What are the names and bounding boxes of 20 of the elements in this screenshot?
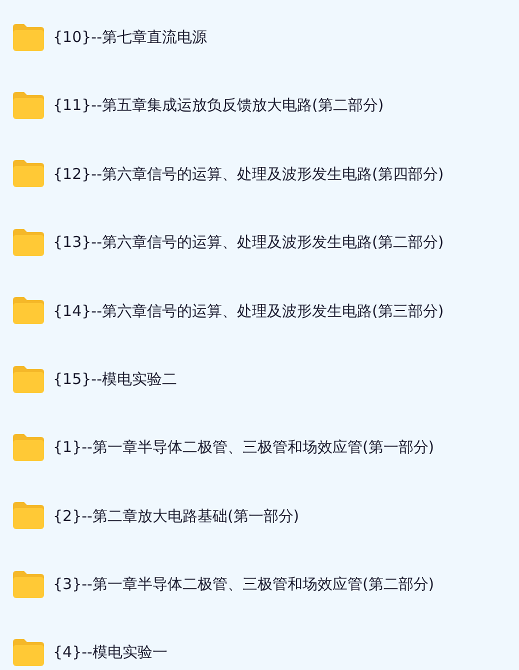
- folder-icon: [12, 91, 45, 120]
- folder-name[interactable]: {13}--第六章信号的运算、处理及波形发生电路(第二部分): [53, 231, 444, 254]
- folder-name[interactable]: {3}--第一章半导体二极管、三极管和场效应管(第二部分): [53, 573, 434, 596]
- folder-name[interactable]: {11}--第五章集成运放负反馈放大电路(第二部分): [53, 94, 384, 117]
- folder-name[interactable]: {1}--第一章半导体二极管、三极管和场效应管(第一部分): [53, 436, 434, 459]
- folder-icon: [12, 433, 45, 462]
- folder-icon: [12, 638, 45, 668]
- folder-icon: [12, 228, 45, 257]
- folder-name[interactable]: {12}--第六章信号的运算、处理及波形发生电路(第四部分): [53, 162, 444, 186]
- folder-icon: [12, 159, 45, 188]
- folder-name[interactable]: {10}--第七章直流电源: [53, 26, 207, 48]
- folder-icon: [12, 296, 45, 326]
- folder-icon: [12, 364, 45, 394]
- folder-icon: [12, 501, 45, 530]
- folder-name[interactable]: {15}--模电实验二: [53, 368, 177, 390]
- folder-name[interactable]: {2}--第二章放大电路基础(第一部分): [53, 504, 300, 528]
- folder-icon: [12, 22, 45, 52]
- folder-icon: [12, 570, 45, 599]
- folder-name[interactable]: {4}--模电实验一: [53, 641, 168, 664]
- folder-name[interactable]: {14}--第六章信号的运算、处理及波形发生电路(第三部分): [53, 300, 444, 322]
